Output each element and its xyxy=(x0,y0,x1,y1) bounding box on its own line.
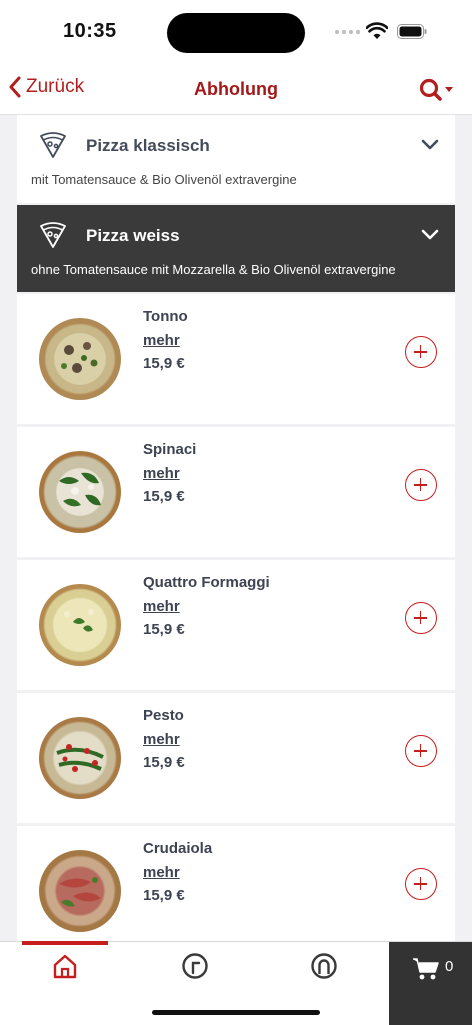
home-icon[interactable] xyxy=(51,952,79,980)
add-to-cart-button[interactable] xyxy=(405,735,437,767)
search-icon[interactable] xyxy=(418,78,456,102)
pizza-slice-icon xyxy=(40,222,66,248)
item-name: Quattro Formaggi xyxy=(143,574,270,591)
category-pizza-weiss[interactable]: Pizza weiss ohne Tomatensauce mit Mozzar… xyxy=(17,205,455,292)
menu-item-quattro-formaggi[interactable]: Quattro Formaggi mehr 15,9 € xyxy=(17,560,455,690)
cart-button[interactable]: 0 xyxy=(389,942,472,1025)
item-price: 15,9 € xyxy=(143,488,185,505)
chevron-down-icon[interactable] xyxy=(421,139,439,151)
menu-item-pesto[interactable]: Pesto mehr 15,9 € xyxy=(17,693,455,823)
pizza-image xyxy=(39,717,121,799)
pizza-slice-icon xyxy=(40,132,66,158)
home-indicator xyxy=(152,1010,320,1015)
dynamic-island xyxy=(167,13,305,53)
account-icon[interactable] xyxy=(310,952,338,980)
item-price: 15,9 € xyxy=(143,754,185,771)
item-price: 15,9 € xyxy=(143,621,185,638)
page-title: Abholung xyxy=(194,79,278,99)
more-link[interactable]: mehr xyxy=(143,864,180,881)
add-to-cart-button[interactable] xyxy=(405,602,437,634)
more-link[interactable]: mehr xyxy=(143,598,180,615)
item-price: 15,9 € xyxy=(143,887,185,904)
active-tab-indicator xyxy=(22,941,108,945)
category-description: mit Tomatensauce & Bio Olivenöl extraver… xyxy=(31,172,297,187)
signal-icon xyxy=(335,30,360,34)
more-link[interactable]: mehr xyxy=(143,731,180,748)
pizza-image xyxy=(39,850,121,932)
add-to-cart-button[interactable] xyxy=(405,469,437,501)
shopping-cart-icon xyxy=(413,958,439,980)
wifi-icon xyxy=(366,22,388,39)
menu-item-spinaci[interactable]: Spinaci mehr 15,9 € xyxy=(17,427,455,557)
status-bar: 10:35 xyxy=(0,0,472,64)
category-description: ohne Tomatensauce mit Mozzarella & Bio O… xyxy=(31,262,396,277)
more-link[interactable]: mehr xyxy=(143,332,180,349)
item-name: Pesto xyxy=(143,707,184,724)
item-name: Spinaci xyxy=(143,441,197,458)
category-title: Pizza klassisch xyxy=(86,136,210,155)
menu-item-tonno[interactable]: Tonno mehr 15,9 € xyxy=(17,294,455,424)
pizza-image xyxy=(39,318,121,400)
cart-count-badge: 0 xyxy=(445,958,454,975)
pizza-image xyxy=(39,584,121,666)
item-price: 15,9 € xyxy=(143,355,185,372)
category-title: Pizza weiss xyxy=(86,226,180,245)
chevron-down-icon[interactable] xyxy=(421,229,439,241)
add-to-cart-button[interactable] xyxy=(405,868,437,900)
add-to-cart-button[interactable] xyxy=(405,336,437,368)
item-name: Tonno xyxy=(143,308,188,325)
more-link[interactable]: mehr xyxy=(143,465,180,482)
menu-item-crudaiola[interactable]: Crudaiola mehr 15,9 € xyxy=(17,826,455,956)
item-name: Crudaiola xyxy=(143,840,213,857)
battery-icon xyxy=(397,24,427,39)
status-time: 10:35 xyxy=(63,20,117,42)
navigation-bar: Zurück Abholung xyxy=(0,64,472,115)
category-pizza-klassisch[interactable]: Pizza klassisch mit Tomatensauce & Bio O… xyxy=(17,115,455,203)
history-icon[interactable] xyxy=(181,952,209,980)
pizza-image xyxy=(39,451,121,533)
